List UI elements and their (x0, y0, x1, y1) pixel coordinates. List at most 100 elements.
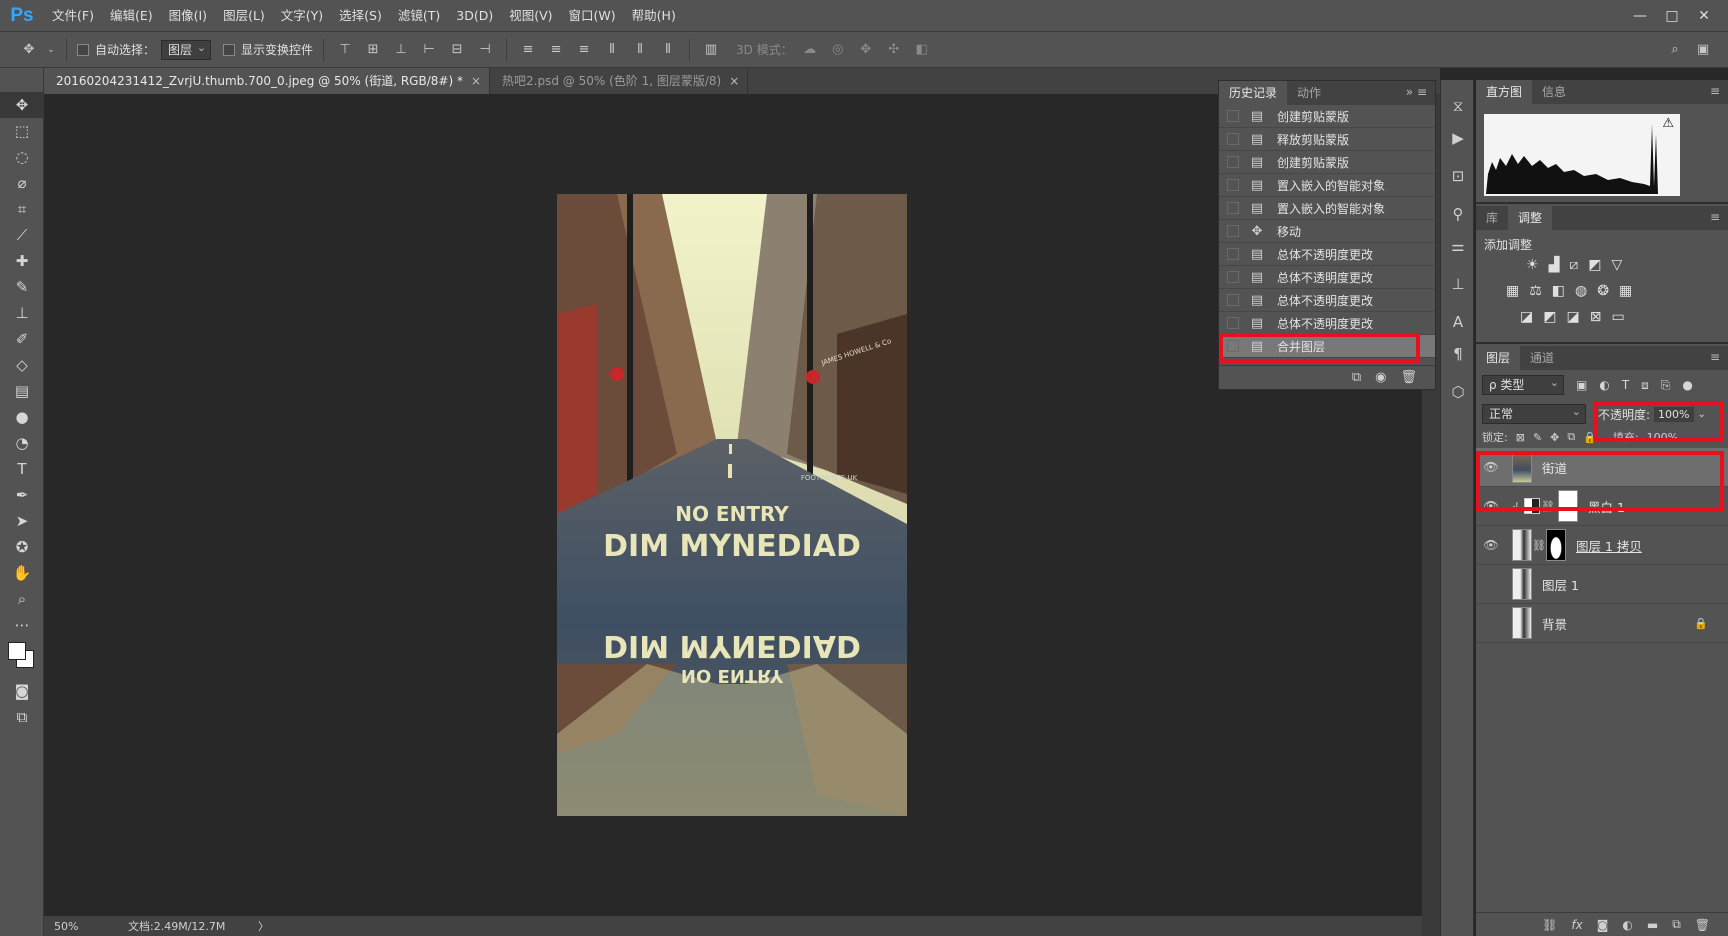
eraser-tool-icon[interactable]: ◇ (0, 352, 44, 378)
align-left-icon[interactable]: ⊢ (418, 39, 440, 61)
menu-window[interactable]: 窗口(W) (561, 0, 624, 32)
exposure-icon[interactable]: ◩ (1588, 257, 1601, 273)
eye-icon[interactable]: 👁 (1476, 499, 1506, 513)
menu-filter[interactable]: 滤镜(T) (390, 0, 448, 32)
close-icon[interactable]: × (729, 74, 739, 88)
foreground-color-swatch[interactable] (8, 642, 26, 660)
history-item[interactable]: ▤ 置入嵌入的智能对象 (1219, 174, 1435, 197)
type-tool-icon[interactable]: T (0, 456, 44, 482)
tab-actions[interactable]: 动作 (1287, 81, 1331, 105)
history-panel-icon[interactable]: ⧖ (1441, 90, 1475, 122)
trash-icon[interactable]: 🗑 (1400, 370, 1417, 385)
search-icon[interactable]: ⌕ (1664, 39, 1686, 61)
blur-tool-icon[interactable]: ● (0, 404, 44, 430)
history-brush-source-checkbox[interactable] (1227, 133, 1239, 145)
history-item[interactable]: ▤ 置入嵌入的智能对象 (1219, 197, 1435, 220)
history-item[interactable]: ✥ 移动 (1219, 220, 1435, 243)
menu-view[interactable]: 视图(V) (501, 0, 560, 32)
panel-menu-icon[interactable]: » ≡ (1406, 85, 1427, 99)
3d-orbit-icon[interactable]: ☁ (799, 39, 821, 61)
history-item[interactable]: ▤ 总体不透明度更改 (1219, 266, 1435, 289)
align-top-icon[interactable]: ⊤ (334, 39, 356, 61)
crop-tool-icon[interactable]: ⌗ (0, 196, 44, 222)
auto-select-dropdown[interactable]: 图层 (161, 39, 212, 60)
fill-input[interactable]: 100% (1647, 431, 1678, 444)
tab-street-jpeg[interactable]: 20160204231412_ZvrjU.thumb.700_0.jpeg @ … (44, 68, 491, 94)
channel-mixer-icon[interactable]: ❂ (1597, 283, 1609, 299)
align-right-icon[interactable]: ⊣ (474, 39, 496, 61)
move-tool-icon[interactable]: ✥ (0, 92, 44, 118)
color-balance-icon[interactable]: ⚖ (1529, 283, 1542, 299)
eyedropper-tool-icon[interactable]: ⟋ (0, 222, 44, 248)
path-select-tool-icon[interactable]: ➤ (0, 508, 44, 534)
auto-align-icon[interactable]: ▥ (700, 39, 722, 61)
stamp-tool-icon[interactable]: ⊥ (0, 300, 44, 326)
status-arrow-icon[interactable]: 〉 (258, 918, 269, 934)
filter-smart-icon[interactable]: ⎘ (1661, 378, 1671, 393)
menu-edit[interactable]: 编辑(E) (102, 0, 161, 32)
menu-image[interactable]: 图像(I) (161, 0, 215, 32)
new-group-icon[interactable]: ▬ (1647, 918, 1658, 932)
more-tools-icon[interactable]: ⋯ (0, 612, 44, 638)
workspace-icon[interactable]: ▣ (1692, 39, 1714, 61)
distribute-vcenter-icon[interactable]: ≡ (545, 39, 567, 61)
layer-filter-dropdown[interactable]: ρ 类型 (1482, 374, 1564, 395)
filter-shape-icon[interactable]: ⧈ (1641, 378, 1649, 393)
shape-tool-icon[interactable]: ✪ (0, 534, 44, 560)
history-brush-source-checkbox[interactable] (1227, 179, 1239, 191)
distribute-top-icon[interactable]: ≡ (517, 39, 539, 61)
align-hcenter-icon[interactable]: ⊟ (446, 39, 468, 61)
history-brush-source-checkbox[interactable] (1227, 156, 1239, 168)
quick-mask-icon[interactable]: ◙ (0, 678, 44, 704)
new-layer-icon[interactable]: ⧉ (1672, 917, 1681, 932)
color-lookup-icon[interactable]: ▦ (1619, 283, 1632, 299)
history-brush-source-checkbox[interactable] (1227, 248, 1239, 260)
lock-all-icon[interactable]: 🔒 (1583, 431, 1597, 444)
marquee-tool-icon[interactable]: ⬚ (0, 118, 44, 144)
3d-panel-icon[interactable]: ⬡ (1441, 376, 1475, 408)
quick-select-tool-icon[interactable]: ⌀ (0, 170, 44, 196)
tab-histogram[interactable]: 直方图 (1476, 80, 1533, 104)
menu-layer[interactable]: 图层(L) (215, 0, 273, 32)
character-panel-icon[interactable]: A (1441, 306, 1475, 338)
opacity-input[interactable]: 100% (1654, 406, 1694, 422)
history-brush-source-checkbox[interactable] (1227, 271, 1239, 283)
menu-type[interactable]: 文字(Y) (273, 0, 331, 32)
layer-style-fx-icon[interactable]: fx (1571, 918, 1582, 932)
3d-roll-icon[interactable]: ◎ (827, 39, 849, 61)
lock-pixels-icon[interactable]: ⊠ (1516, 431, 1525, 444)
close-window-button[interactable]: ✕ (1688, 8, 1720, 24)
history-item[interactable]: ▤ 总体不透明度更改 (1219, 289, 1435, 312)
3d-pan-icon[interactable]: ✥ (855, 39, 877, 61)
gradient-map-icon[interactable]: ▭ (1611, 309, 1624, 325)
tab-libraries[interactable]: 库 (1476, 206, 1508, 230)
tab-adjustments[interactable]: 调整 (1508, 206, 1553, 230)
paragraph-panel-icon[interactable]: ¶ (1441, 338, 1475, 370)
tab-history[interactable]: 历史记录 (1219, 81, 1288, 105)
black-white-icon[interactable]: ◧ (1552, 283, 1565, 299)
filter-type-icon[interactable]: T (1622, 378, 1629, 392)
align-vcenter-icon[interactable]: ⊞ (362, 39, 384, 61)
clone-source-icon[interactable]: ⊥ (1441, 268, 1475, 300)
history-brush-tool-icon[interactable]: ✐ (0, 326, 44, 352)
add-mask-icon[interactable]: ◙ (1597, 918, 1609, 932)
layer-row-background[interactable]: 背景 🔒 (1476, 604, 1728, 643)
menu-select[interactable]: 选择(S) (331, 0, 390, 32)
hand-tool-icon[interactable]: ✋ (0, 560, 44, 586)
eye-icon[interactable]: 👁 (1476, 538, 1506, 552)
history-item[interactable]: ▤ 释放剪贴蒙版 (1219, 128, 1435, 151)
align-bottom-icon[interactable]: ⊥ (390, 39, 412, 61)
panel-menu-icon[interactable]: ≡ (1710, 84, 1720, 98)
3d-camera-icon[interactable]: ◧ (911, 39, 933, 61)
3d-slide-icon[interactable]: ✣ (883, 39, 905, 61)
layer-row-layer1[interactable]: 图层 1 (1476, 565, 1728, 604)
panel-menu-icon[interactable]: ≡ (1710, 350, 1720, 364)
history-item[interactable]: ▤ 合并图层 (1219, 335, 1435, 358)
lock-paint-icon[interactable]: ✎ (1533, 431, 1542, 444)
history-item[interactable]: ▤ 创建剪贴蒙版 (1219, 105, 1435, 128)
close-icon[interactable]: × (471, 74, 481, 88)
menu-file[interactable]: 文件(F) (44, 0, 102, 32)
distribute-hcenter-icon[interactable]: ⦀ (629, 39, 651, 61)
history-item[interactable]: ▤ 总体不透明度更改 (1219, 243, 1435, 266)
restore-button[interactable]: □ (1656, 8, 1688, 24)
